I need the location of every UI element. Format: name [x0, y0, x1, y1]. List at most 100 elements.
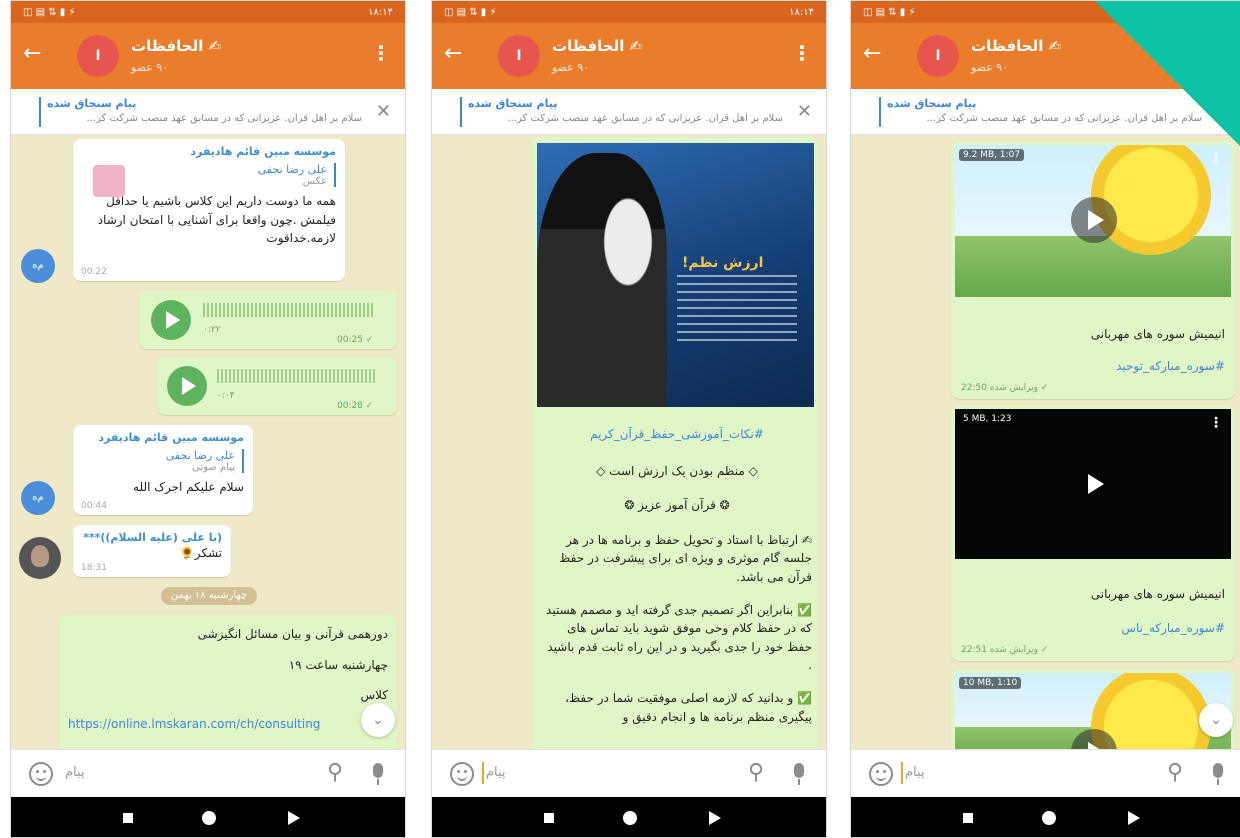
- voice-message[interactable]: ۰:۰۴ 00:28 ✓: [157, 357, 397, 415]
- date-separator: چهارشنبه ۱۸ بهمن: [161, 587, 257, 605]
- poster-title: ارزش نظم!: [682, 255, 764, 271]
- mic-icon[interactable]: [373, 763, 383, 785]
- chevron-down-icon[interactable]: ⌄: [361, 703, 395, 737]
- voice-message[interactable]: ۰:۲۲ 00:25 ✓: [139, 291, 397, 349]
- video-size-duration: 10 MB, 1:10: [959, 677, 1022, 689]
- close-icon[interactable]: ✕: [376, 101, 391, 122]
- emoji-icon[interactable]: [869, 762, 893, 786]
- play-icon[interactable]: [151, 300, 191, 340]
- voice-length: ۰:۰۴: [217, 391, 235, 401]
- sender-name: (با علی (علیه السلام))***: [83, 531, 222, 544]
- message-time: 00:25 ✓: [337, 335, 374, 345]
- pinned-accent: [39, 97, 41, 127]
- back-arrow-icon[interactable]: ←: [23, 41, 41, 66]
- more-vert-icon[interactable]: ⋮: [371, 41, 391, 65]
- nav-back-icon[interactable]: [288, 811, 300, 825]
- message-list[interactable]: موسسه مبین قائم هادیفرد علی رضا نجفی عکس…: [11, 135, 405, 749]
- pinned-message-bar[interactable]: پیام سنجاق شده سلام بر اهل قرآن. عزیزانی…: [11, 89, 405, 135]
- message-link[interactable]: https://online.lmskaran.com/ch/consultin…: [68, 717, 388, 731]
- voice-waveform[interactable]: [203, 303, 375, 317]
- back-arrow-icon[interactable]: ←: [444, 41, 462, 66]
- chevron-down-icon[interactable]: ⌄: [1199, 703, 1233, 737]
- pinned-accent: [460, 97, 462, 127]
- chat-title[interactable]: ✍ الحافظات: [131, 37, 221, 55]
- sender-name: موسسه مبین قائم هادیفرد: [190, 145, 336, 158]
- message-input[interactable]: پیام: [65, 765, 85, 780]
- message-bubble[interactable]: دورهمی قرآنی و بیان مسائل انگیزشی چهارشن…: [59, 615, 397, 749]
- chat-title[interactable]: ✍ الحافظات: [971, 37, 1061, 55]
- attach-icon[interactable]: ⚲: [327, 760, 343, 785]
- message-text: همه ما دوست داریم این کلاس باشیم یا حداق…: [97, 194, 336, 246]
- reply-preview[interactable]: علی رضا نجفی پیام صوتی: [82, 449, 244, 473]
- mic-icon[interactable]: [1213, 763, 1223, 785]
- voice-length: ۰:۲۲: [203, 325, 221, 335]
- message-bubble[interactable]: (با علی (علیه السلام))*** تشکر🌻 18:31: [73, 525, 231, 577]
- hashtag-link[interactable]: #سوره_مبارکه_توحید: [1116, 357, 1225, 376]
- nav-recents-icon[interactable]: [963, 813, 973, 823]
- back-arrow-icon[interactable]: ←: [863, 41, 881, 66]
- video-size-duration: 9.2 MB, 1:07: [959, 149, 1025, 161]
- message-image[interactable]: ارزش نظم!: [537, 143, 814, 407]
- message-list[interactable]: ارزش نظم! #نکات_آموزشی_حفظ_قرآن_کریم ◇ م…: [432, 135, 826, 749]
- more-vert-icon[interactable]: ⋮: [1209, 415, 1223, 431]
- sender-name: موسسه مبین قائم هادیفرد: [98, 431, 244, 444]
- nav-home-icon[interactable]: [623, 811, 637, 825]
- pinned-text: سلام بر اهل قرآن. عزیزانی که در مسابق عه…: [86, 113, 362, 124]
- phone-screen-2: ◫ ▤ ⇅ ▮ ⚡ ۱۸:۱۴ ← ا ✍ الحافظات ۹۰ عضو ⋮ …: [431, 0, 827, 838]
- attach-icon[interactable]: ⚲: [748, 760, 764, 785]
- sender-avatar[interactable]: [19, 537, 61, 579]
- message-time: 18:31: [81, 563, 107, 573]
- message-list[interactable]: انیمیش سوره های مهربانی #سوره_مبارکه_توح…: [851, 135, 1240, 749]
- more-vert-icon[interactable]: ⋮: [792, 41, 812, 65]
- message-text: ◇ منظم بودن یک ارزش است ◇: [596, 463, 758, 478]
- message-text: کلاس: [360, 688, 388, 703]
- hashtag-link[interactable]: #سوره_مبارکه_ناس: [1121, 619, 1225, 638]
- member-count: ۹۰ عضو: [971, 61, 1009, 74]
- poster-text-block: [677, 275, 797, 345]
- nav-recents-icon[interactable]: [123, 813, 133, 823]
- message-text: سلام علیکم اجرک الله: [133, 480, 244, 494]
- message-bubble[interactable]: موسسه مبین قائم هادیفرد علی رضا نجفی عکس…: [73, 139, 345, 281]
- mic-icon[interactable]: [794, 763, 804, 785]
- status-icons: ◫ ▤ ⇅ ▮ ⚡: [23, 6, 76, 18]
- nav-home-icon[interactable]: [202, 811, 216, 825]
- message-composer[interactable]: پیام ⚲: [432, 749, 826, 797]
- message-time: ویرایش شده 22:50 ✓: [961, 383, 1049, 393]
- play-icon[interactable]: [1071, 197, 1117, 243]
- sender-avatar[interactable]: م‌ه: [21, 249, 55, 283]
- video-thumbnail[interactable]: 10 MB, 1:10: [955, 673, 1231, 749]
- voice-waveform[interactable]: [217, 369, 377, 383]
- video-thumbnail[interactable]: 9.2 MB, 1:07 ⋮: [955, 145, 1231, 297]
- message-input[interactable]: پیام: [905, 765, 925, 780]
- group-avatar[interactable]: ا: [917, 35, 959, 77]
- video-thumbnail[interactable]: 5 MB, 1:23 ⋮: [955, 409, 1231, 559]
- play-icon[interactable]: [1071, 461, 1117, 507]
- play-icon[interactable]: [167, 366, 207, 406]
- nav-home-icon[interactable]: [1042, 811, 1056, 825]
- message-composer[interactable]: پیام ⚲: [851, 749, 1240, 797]
- emoji-icon[interactable]: [450, 762, 474, 786]
- poster-figure: [537, 153, 667, 407]
- close-icon[interactable]: ✕: [797, 101, 812, 122]
- message-bubble[interactable]: موسسه مبین قائم هادیفرد علی رضا نجفی پیا…: [73, 425, 253, 515]
- group-avatar[interactable]: ا: [77, 35, 119, 77]
- message-text: ✅ بنابراین اگر تصمیم جدی گرفته اید و مصم…: [546, 602, 812, 673]
- pinned-message-bar[interactable]: پیام سنجاق شده سلام بر اهل قرآن. عزیزانی…: [432, 89, 826, 135]
- nav-back-icon[interactable]: [709, 811, 721, 825]
- nav-back-icon[interactable]: [1128, 811, 1140, 825]
- pinned-title: پیام سنجاق شده: [468, 97, 558, 110]
- nav-recents-icon[interactable]: [544, 813, 554, 823]
- chat-title[interactable]: ✍ الحافظات: [552, 37, 642, 55]
- more-vert-icon[interactable]: ⋮: [1209, 151, 1223, 167]
- message-input[interactable]: پیام: [486, 765, 506, 780]
- pinned-title: پیام سنجاق شده: [887, 97, 977, 110]
- system-nav-bar: [851, 797, 1240, 837]
- group-avatar[interactable]: ا: [498, 35, 540, 77]
- hashtag-link[interactable]: #نکات_آموزشی_حفظ_قرآن_کریم: [542, 425, 812, 444]
- message-composer[interactable]: پیام ⚲: [11, 749, 405, 797]
- status-bar: ◫ ▤ ⇅ ▮ ⚡ ۱۸:۱۴: [432, 1, 826, 23]
- emoji-icon[interactable]: [29, 762, 53, 786]
- attach-icon[interactable]: ⚲: [1167, 760, 1183, 785]
- system-nav-bar: [432, 797, 826, 837]
- sender-avatar[interactable]: م‌ه: [21, 481, 55, 515]
